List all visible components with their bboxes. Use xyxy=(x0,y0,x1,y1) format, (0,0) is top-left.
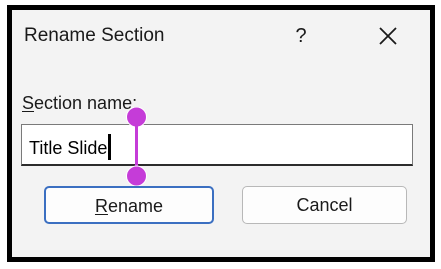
close-button[interactable] xyxy=(372,20,404,52)
text-caret xyxy=(108,134,112,160)
help-button[interactable]: ? xyxy=(289,22,313,50)
rename-button[interactable]: Rename xyxy=(44,186,214,224)
section-name-value: Title Slide xyxy=(29,134,112,160)
section-name-label: Section name: xyxy=(22,93,138,113)
section-name-input[interactable]: Title Slide xyxy=(21,124,413,166)
close-icon xyxy=(379,27,397,45)
selection-handle[interactable] xyxy=(123,107,150,187)
cancel-button[interactable]: Cancel xyxy=(242,186,407,224)
dialog-title: Rename Section xyxy=(24,25,165,46)
